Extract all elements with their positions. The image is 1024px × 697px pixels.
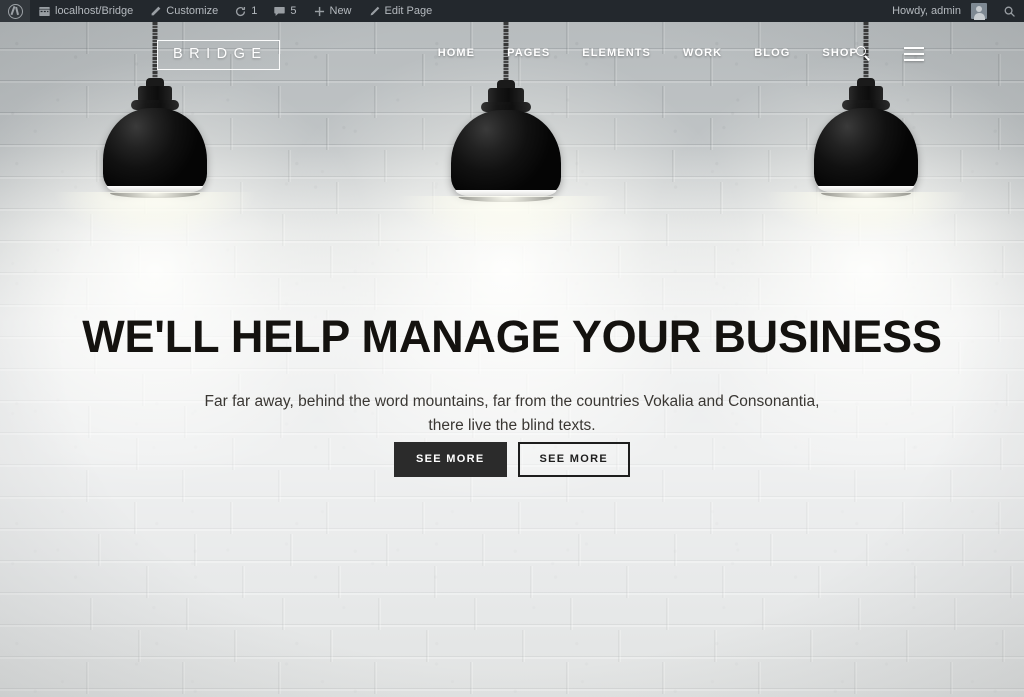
search-icon [1004,6,1015,17]
see-more-secondary-button[interactable]: SEE MORE [517,442,630,477]
new-content-button[interactable]: New [305,0,360,22]
site-name-menu[interactable]: localhost/Bridge [30,0,141,22]
howdy-label: Howdy, admin [892,5,961,17]
site-logo[interactable]: BRIDGE [157,40,280,70]
comments-count: 5 [290,5,297,17]
updates-count: 1 [251,5,258,17]
edit-icon [370,6,379,15]
user-avatar-icon [971,3,987,20]
admin-search-button[interactable] [995,0,1024,22]
pencil-icon [151,6,161,15]
edit-page-button[interactable]: Edit Page [360,0,441,22]
page-title: WE'LL HELP MANAGE YOUR BUSINESS [82,311,942,362]
hero-subtitle: Far far away, behind the word mountains,… [0,390,1024,438]
burger-line [904,59,924,61]
site-name-label: localhost/Bridge [55,5,134,17]
home-icon [39,6,50,16]
comments-button[interactable]: 5 [265,0,304,22]
hero-section: WE'LL HELP MANAGE YOUR BUSINESS Far far … [0,22,1024,697]
wordpress-logo-icon [8,3,23,19]
my-account-menu[interactable]: Howdy, admin [884,0,995,22]
nav-item-elements[interactable]: ELEMENTS [566,22,667,84]
admin-bar-right: Howdy, admin [884,0,1024,22]
plus-icon [314,6,324,16]
customize-button[interactable]: Customize [141,0,226,22]
search-icon-handle [864,55,870,61]
comment-icon [274,6,286,16]
main-navigation: HOME PAGES ELEMENTS WORK BLOG SHOP [422,22,874,84]
updates-icon [236,6,246,16]
lamp-shade [814,108,918,192]
hamburger-menu-icon[interactable] [904,47,924,61]
hero-subtitle-line-1: Far far away, behind the word mountains,… [204,393,820,410]
nav-item-blog[interactable]: BLOG [738,22,806,84]
hero-buttons: SEE MORE SEE MORE [0,442,1024,477]
updates-button[interactable]: 1 [226,0,265,22]
nav-item-pages[interactable]: PAGES [491,22,566,84]
new-label: New [329,5,352,17]
edit-page-label: Edit Page [384,5,433,17]
customize-label: Customize [166,5,219,17]
site-header: BRIDGE HOME PAGES ELEMENTS WORK BLOG SHO… [0,22,1024,84]
wp-admin-bar: localhost/Bridge Customize 1 5 New Edit … [0,0,1024,22]
wp-logo-button[interactable] [0,0,30,22]
nav-item-work[interactable]: WORK [667,22,738,84]
lamp-shade [103,108,207,192]
nav-item-home[interactable]: HOME [422,22,491,84]
burger-line [904,47,924,49]
see-more-primary-button[interactable]: SEE MORE [394,442,507,477]
hero-subtitle-line-2: there live the blind texts. [428,417,596,435]
burger-line [904,53,924,55]
search-icon[interactable] [856,46,870,61]
